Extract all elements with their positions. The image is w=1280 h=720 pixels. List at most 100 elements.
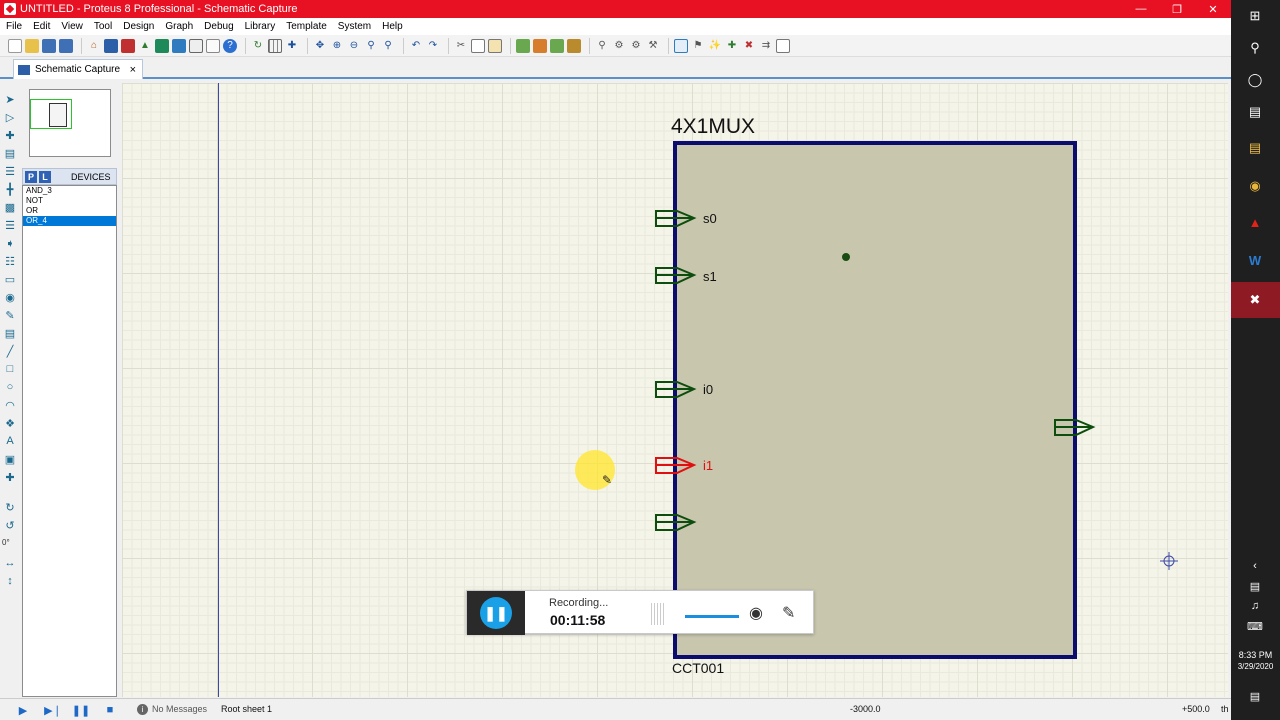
- pen-annotate-icon[interactable]: ✎: [782, 603, 802, 623]
- netlist-icon[interactable]: [776, 38, 790, 53]
- device-list[interactable]: AND_3 NOT OR OR_4: [22, 185, 117, 697]
- port-i0-label[interactable]: i0: [703, 382, 713, 397]
- microphone-icon[interactable]: [651, 603, 665, 625]
- copy-icon[interactable]: [471, 38, 485, 53]
- notes-icon[interactable]: [206, 38, 220, 53]
- sub-circuit-icon[interactable]: ▩: [3, 200, 17, 214]
- port-s0-symbol[interactable]: [655, 209, 697, 229]
- sheet-hierarchy-icon[interactable]: ⇉: [759, 39, 773, 53]
- menu-design[interactable]: Design: [117, 21, 159, 32]
- webcam-icon[interactable]: ◉: [749, 603, 769, 623]
- zoom-out-icon[interactable]: ⊖: [347, 39, 361, 53]
- clock-time[interactable]: 8:33 PM: [1231, 650, 1280, 660]
- port-unlabeled-input-symbol[interactable]: [655, 513, 697, 533]
- maximize-button[interactable]: ❐: [1159, 0, 1195, 18]
- junction-dot-icon[interactable]: ✚: [3, 128, 17, 142]
- block-delete-icon[interactable]: [567, 38, 581, 53]
- zoom-in-icon[interactable]: ⊕: [330, 39, 344, 53]
- block-move-icon[interactable]: [533, 38, 547, 53]
- 3d-view-icon[interactable]: ▲: [138, 39, 152, 53]
- tape-recorder-icon[interactable]: ▭: [3, 272, 17, 286]
- home-icon[interactable]: ⌂: [87, 39, 101, 53]
- messages-info-icon[interactable]: i: [137, 704, 148, 715]
- status-messages[interactable]: No Messages: [152, 704, 207, 714]
- block-rotate-icon[interactable]: [550, 38, 564, 53]
- file-explorer-icon[interactable]: ▤: [1245, 138, 1265, 158]
- grid-icon[interactable]: [268, 38, 282, 53]
- tab-schematic-capture[interactable]: Schematic Capture ×: [13, 59, 143, 79]
- undo-icon[interactable]: ↶: [409, 39, 423, 53]
- text-script-icon[interactable]: ☰: [3, 164, 17, 178]
- step-simulation-icon[interactable]: ▶❘: [44, 703, 62, 717]
- virtual-instrument-icon[interactable]: ▤: [3, 326, 17, 340]
- menu-file[interactable]: File: [0, 21, 27, 32]
- search-tag-icon[interactable]: ⚑: [691, 39, 705, 53]
- component-reference[interactable]: CCT001: [672, 660, 724, 676]
- close-button[interactable]: ✕: [1195, 0, 1231, 18]
- menu-template[interactable]: Template: [280, 21, 332, 32]
- wire-label-icon[interactable]: ▤: [3, 146, 17, 160]
- junction-dot[interactable]: [842, 253, 850, 261]
- gerber-icon[interactable]: [155, 38, 169, 53]
- port-i0-symbol[interactable]: [655, 380, 697, 400]
- menu-view[interactable]: View: [55, 21, 88, 32]
- port-s0-label[interactable]: s0: [703, 211, 717, 226]
- port-output-symbol[interactable]: [1054, 418, 1096, 438]
- menu-debug[interactable]: Debug: [198, 21, 238, 32]
- proteus-taskbar-icon[interactable]: ✖: [1245, 290, 1265, 310]
- stop-simulation-icon[interactable]: ■: [103, 703, 117, 717]
- redo-icon[interactable]: ↷: [426, 39, 440, 53]
- show-hidden-icons-icon[interactable]: ‹: [1245, 556, 1265, 576]
- save-icon[interactable]: [42, 38, 56, 53]
- menu-tool[interactable]: Tool: [88, 21, 117, 32]
- packaging-tool-icon[interactable]: ⚒: [646, 39, 660, 53]
- component-name[interactable]: 4X1MUX: [671, 115, 755, 139]
- refresh-icon[interactable]: ↻: [251, 39, 265, 53]
- new-file-icon[interactable]: [8, 38, 22, 53]
- origin-icon[interactable]: ✚: [285, 39, 299, 53]
- task-view-icon[interactable]: ▤: [1245, 102, 1265, 122]
- search-icon[interactable]: ⚲: [1245, 38, 1265, 58]
- graph-icon[interactable]: ☷: [3, 254, 17, 268]
- block-copy-icon[interactable]: [516, 38, 530, 53]
- cut-icon[interactable]: ✂: [454, 39, 468, 53]
- help-icon[interactable]: ?: [223, 38, 237, 53]
- circle-icon[interactable]: ○: [3, 380, 17, 394]
- terminal-icon[interactable]: ☰: [3, 218, 17, 232]
- menu-graph[interactable]: Graph: [159, 21, 198, 32]
- menu-edit[interactable]: Edit: [27, 21, 55, 32]
- path-icon[interactable]: ❖: [3, 416, 17, 430]
- pick-device-icon[interactable]: ⚲: [595, 39, 609, 53]
- paste-icon[interactable]: [488, 38, 502, 53]
- network-icon[interactable]: ▤: [1245, 576, 1265, 596]
- rotate-clockwise-icon[interactable]: ↻: [3, 500, 17, 514]
- menu-help[interactable]: Help: [376, 21, 408, 32]
- generator-icon[interactable]: ◉: [3, 290, 17, 304]
- line-icon[interactable]: ╱: [3, 344, 17, 358]
- arc-icon[interactable]: ◠: [3, 398, 17, 412]
- overview-window[interactable]: [29, 89, 111, 157]
- bom-icon[interactable]: [189, 38, 203, 53]
- marker-icon[interactable]: ✚: [3, 470, 17, 484]
- acrobat-icon[interactable]: ▲: [1245, 212, 1265, 232]
- component-mode-icon[interactable]: ▷: [3, 110, 17, 124]
- tab-close-icon[interactable]: ×: [130, 64, 136, 76]
- remove-sheet-icon[interactable]: ✖: [742, 39, 756, 53]
- bus-icon[interactable]: ╋: [3, 182, 17, 196]
- pick-devices-button[interactable]: P: [25, 170, 37, 183]
- open-folder-icon[interactable]: [25, 38, 39, 53]
- keyboard-icon[interactable]: ⌨: [1245, 616, 1265, 636]
- pan-icon[interactable]: ✥: [313, 39, 327, 53]
- zoom-area-icon[interactable]: ⚲: [381, 39, 395, 53]
- action-center-icon[interactable]: ▤: [1245, 686, 1265, 706]
- device-item-and-3[interactable]: AND_3: [23, 186, 116, 196]
- chrome-icon[interactable]: ◉: [1245, 176, 1265, 196]
- port-s1-label[interactable]: s1: [703, 269, 717, 284]
- clock-date[interactable]: 3/29/2020: [1231, 662, 1280, 671]
- rotation-angle[interactable]: 0°: [2, 538, 10, 547]
- menu-system[interactable]: System: [332, 21, 376, 32]
- minimize-button[interactable]: —: [1123, 0, 1159, 18]
- menu-library[interactable]: Library: [239, 21, 281, 32]
- pcb-icon[interactable]: [121, 38, 135, 53]
- port-i1-symbol[interactable]: [655, 456, 697, 476]
